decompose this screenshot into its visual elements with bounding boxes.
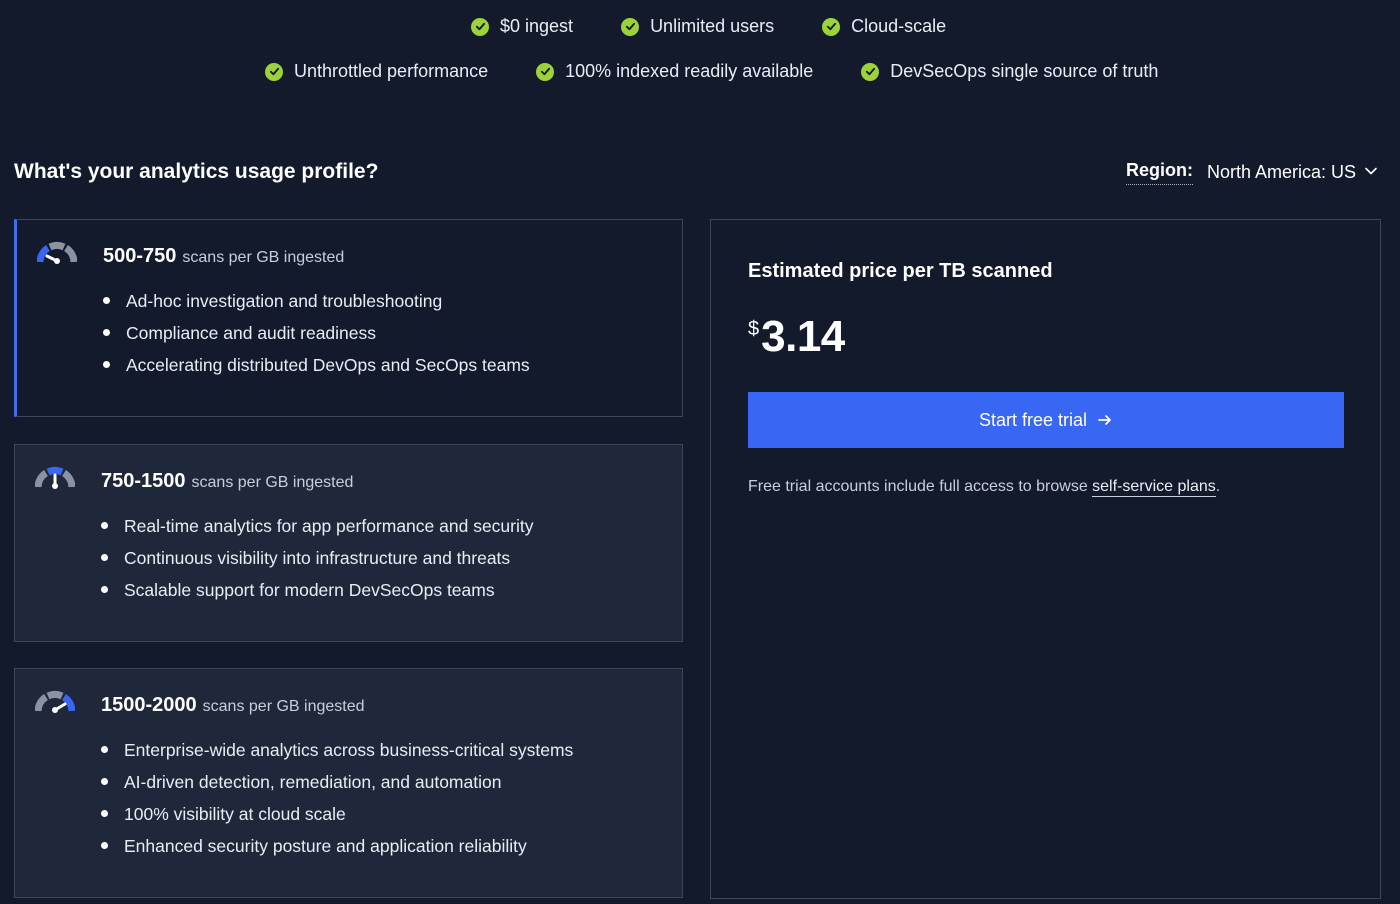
price-amount: 3.14 [761,312,845,361]
feature-row-2: Unthrottled performance 100% indexed rea… [265,61,1158,82]
region-label: Region: [1125,160,1193,185]
list-item: AI-driven detection, remediation, and au… [101,766,573,798]
list-item: Scalable support for modern DevSecOps te… [101,574,534,606]
price-estimate-panel: Estimated price per TB scanned $ 3.14 St… [710,219,1381,899]
feature-item: 100% indexed readily available [536,61,813,82]
list-item: Real-time analytics for app performance … [101,510,534,542]
feature-item: Cloud-scale [822,16,946,37]
region-value[interactable]: North America: US [1207,162,1356,183]
check-icon [861,62,880,81]
feature-label: Cloud-scale [851,16,947,36]
price-display: $ 3.14 [748,312,845,362]
range-unit: scans per GB ingested [202,698,365,715]
list-item: Enterprise-wide analytics across busines… [101,734,573,766]
region-selector[interactable]: Region: North America: US [1125,160,1378,185]
range-value: 500-750 [103,245,177,267]
trial-note: Free trial accounts include full access … [748,478,1221,497]
check-icon [621,17,640,36]
gauge-medium-icon [35,467,75,489]
feature-label: Unlimited users [650,16,775,36]
range-unit: scans per GB ingested [182,249,345,266]
profile-range: 750-1500 scans per GB ingested [101,470,353,493]
note-suffix: . [1215,478,1221,495]
list-item: Compliance and audit readiness [103,317,530,349]
list-item: 100% visibility at cloud scale [101,798,573,830]
currency-symbol: $ [748,318,760,340]
feature-label: $0 ingest [500,16,574,36]
profile-card-1500-2000[interactable]: 1500-2000 scans per GB ingested Enterpris… [14,668,683,898]
list-item: Accelerating distributed DevOps and SecO… [103,349,530,381]
chevron-down-icon[interactable] [1364,162,1378,183]
range-unit: scans per GB ingested [191,474,354,491]
profile-card-750-1500[interactable]: 750-1500 scans per GB ingested Real-time … [14,444,683,642]
feature-item: Unthrottled performance [265,61,488,82]
feature-row-1: $0 ingest Unlimited users Cloud-scale [471,16,946,37]
profile-feature-list: Ad-hoc investigation and troubleshooting… [103,285,530,381]
list-item: Continuous visibility into infrastructur… [101,542,534,574]
feature-item: Unlimited users [621,16,774,37]
profile-range: 1500-2000 scans per GB ingested [101,694,365,717]
feature-label: 100% indexed readily available [565,61,814,81]
feature-label: Unthrottled performance [294,61,489,81]
profile-range: 500-750 scans per GB ingested [103,245,344,268]
profile-feature-list: Real-time analytics for app performance … [101,510,534,606]
check-icon [536,62,555,81]
check-icon [265,62,283,81]
list-item: Enhanced security posture and applicatio… [101,830,573,862]
check-icon [822,17,841,36]
range-value: 750-1500 [101,470,186,492]
price-title: Estimated price per TB scanned [748,260,1053,282]
range-value: 1500-2000 [101,694,197,716]
feature-item: DevSecOps single source of truth [861,61,1158,82]
self-service-plans-link[interactable]: self-service plans [1092,478,1216,497]
note-text: Free trial accounts include full access … [748,478,1093,495]
list-item: Ad-hoc investigation and troubleshooting [103,285,530,317]
check-icon [471,17,489,36]
profile-feature-list: Enterprise-wide analytics across busines… [101,734,573,862]
cta-label: Start free trial [978,409,1088,430]
feature-label: DevSecOps single source of truth [890,61,1159,81]
start-free-trial-button[interactable]: Start free trial [748,392,1344,448]
gauge-low-icon [37,242,77,264]
section-title: What's your analytics usage profile? [14,160,379,183]
profile-card-500-750[interactable]: 500-750 scans per GB ingested Ad-hoc inve… [14,219,683,417]
feature-item: $0 ingest [471,16,573,37]
gauge-high-icon [35,691,75,713]
arrow-right-icon [1098,415,1111,425]
